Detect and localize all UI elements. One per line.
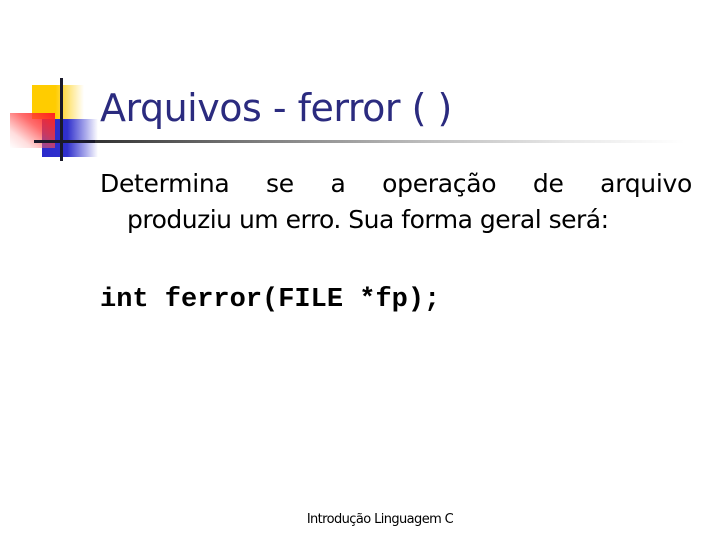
body-line-2: produziu um erro. Sua forma geral será: [127,205,609,234]
slide-footer: Introdução Linguagem C [306,512,454,527]
overlapping-squares-logo-icon [0,0,110,170]
code-snippet: int ferror(FILE *fp); [100,285,441,315]
title-rule [95,140,685,143]
slide-body-text: Determina se a operação de arquivo produ… [100,166,692,238]
body-line-1: Determina se a operação de arquivo [100,169,692,198]
vertical-line-shape [60,78,63,161]
slide: Arquivos - ferror ( ) Determina se a ope… [0,0,720,540]
horizontal-line-shape [34,140,104,143]
slide-title: Arquivos - ferror ( ) [100,86,452,130]
